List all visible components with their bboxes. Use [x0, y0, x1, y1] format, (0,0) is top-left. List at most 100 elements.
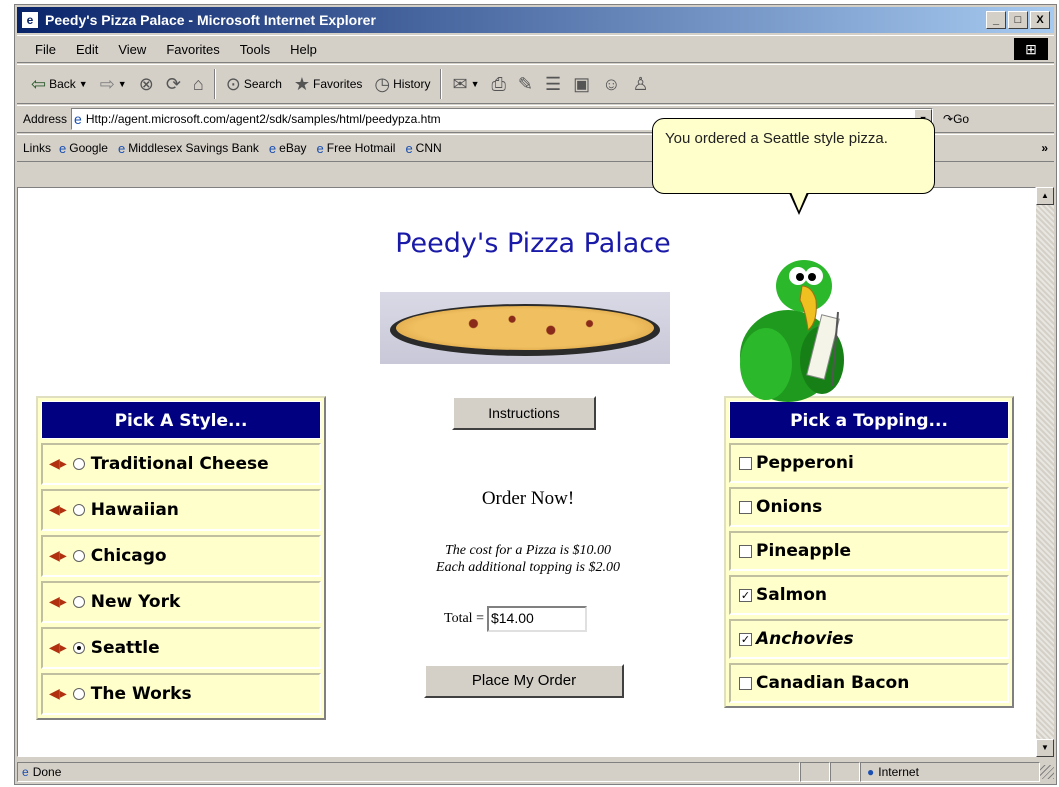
address-label: Address: [23, 112, 68, 126]
style-option-chicago[interactable]: ◀▸ Chicago: [41, 535, 321, 577]
stop-button[interactable]: ⊗: [133, 74, 160, 95]
ie-page-icon: e: [268, 140, 277, 156]
topping-label: Pineapple: [756, 541, 852, 561]
menu-help[interactable]: Help: [280, 42, 327, 57]
pizza-pie: [396, 306, 654, 350]
vertical-scrollbar[interactable]: ▲ ▼: [1036, 187, 1054, 757]
topping-panel-header: Pick a Topping...: [729, 401, 1009, 439]
radio-button-selected[interactable]: [72, 642, 85, 654]
go-button[interactable]: ↷Go: [943, 112, 969, 126]
style-label: Traditional Cheese: [90, 454, 269, 474]
chevron-right-icon[interactable]: »: [1041, 141, 1048, 155]
minimize-button[interactable]: _: [986, 11, 1006, 29]
style-option-seattle[interactable]: ◀▸ Seattle: [41, 627, 321, 669]
back-arrow-icon: ⇦: [31, 73, 47, 94]
style-option-hawaiian[interactable]: ◀▸ Hawaiian: [41, 489, 321, 531]
link-cnn[interactable]: e CNN: [405, 141, 441, 156]
discuss-button[interactable]: ☰: [539, 74, 567, 95]
place-order-button[interactable]: Place My Order: [424, 664, 624, 698]
standard-toolbar: ⇦ Back ▼ ⇨ ▼ ⊗ ⟳ ⌂ ⊙ Search ★ Favorites …: [17, 64, 1054, 104]
radio-button[interactable]: [72, 688, 85, 700]
order-heading: Order Now!: [481, 488, 575, 509]
menu-tools[interactable]: Tools: [230, 42, 280, 57]
style-option-new-york[interactable]: ◀▸ New York: [41, 581, 321, 623]
security-zone: ● Internet: [860, 762, 1040, 782]
related-button[interactable]: ▣: [567, 74, 596, 95]
windows-logo-icon: ⊞: [1014, 38, 1048, 60]
checkbox[interactable]: [739, 500, 752, 514]
link-label: Google: [69, 141, 108, 155]
link-hotmail[interactable]: e Free Hotmail: [317, 141, 396, 156]
topping-option-canadian-bacon[interactable]: Canadian Bacon: [729, 663, 1009, 703]
radio-button[interactable]: [72, 458, 85, 470]
peedy-parrot-agent[interactable]: [726, 256, 866, 404]
toolbar-separator: [440, 69, 443, 99]
checkbox[interactable]: [739, 544, 752, 558]
style-label: Seattle: [90, 638, 160, 658]
link-label: CNN: [415, 141, 442, 155]
style-option-traditional-cheese[interactable]: ◀▸ Traditional Cheese: [41, 443, 321, 485]
link-google[interactable]: e Google: [59, 141, 108, 156]
topping-option-salmon[interactable]: ✓ Salmon: [729, 575, 1009, 615]
radio-button[interactable]: [72, 550, 85, 562]
topping-label: Salmon: [756, 585, 828, 605]
cost-line-pizza: The cost for a Pizza is $10.00: [444, 543, 612, 558]
agent-speech-balloon: You ordered a Seattle style pizza.: [652, 118, 935, 194]
radio-button[interactable]: [72, 504, 85, 516]
ie-page-icon: e: [316, 140, 324, 156]
style-label: The Works: [90, 684, 192, 704]
topping-option-anchovies[interactable]: ✓ Anchovies: [729, 619, 1009, 659]
toolbar-separator: [213, 69, 216, 99]
home-icon: ⌂: [192, 73, 204, 94]
link-middlesex[interactable]: e Middlesex Savings Bank: [118, 141, 259, 156]
home-button[interactable]: ⌂: [187, 74, 210, 95]
topping-option-onions[interactable]: Onions: [729, 487, 1009, 527]
scroll-up-button[interactable]: ▲: [1036, 187, 1054, 205]
history-button[interactable]: ◷ History: [368, 74, 436, 95]
close-button[interactable]: X: [1030, 11, 1050, 29]
link-ebay[interactable]: e eBay: [269, 141, 307, 156]
maximize-button[interactable]: □: [1008, 11, 1028, 29]
links-label: Links: [23, 141, 52, 155]
menu-edit[interactable]: Edit: [66, 42, 108, 57]
chat-icon: ☺: [602, 73, 621, 94]
contacts-button[interactable]: ♙: [627, 74, 655, 95]
menu-file[interactable]: File: [25, 42, 66, 57]
history-icon: ◷: [374, 73, 391, 94]
style-label: New York: [90, 592, 181, 612]
resize-grip-icon[interactable]: [1040, 765, 1054, 779]
checkbox[interactable]: [739, 676, 752, 690]
ie-page-icon: e: [59, 140, 67, 156]
favorites-button[interactable]: ★ Favorites: [288, 74, 369, 95]
ie-app-icon: e: [21, 11, 39, 29]
topping-option-pineapple[interactable]: Pineapple: [729, 531, 1009, 571]
radio-button[interactable]: [72, 596, 85, 608]
mail-button[interactable]: ✉ ▼: [446, 74, 485, 95]
menu-favorites[interactable]: Favorites: [156, 42, 229, 57]
search-button[interactable]: ⊙ Search: [220, 74, 288, 95]
refresh-button[interactable]: ⟳: [160, 74, 187, 95]
history-label: History: [393, 77, 431, 91]
edit-button[interactable]: ✎: [512, 74, 539, 95]
back-label: Back: [49, 77, 76, 91]
menu-view[interactable]: View: [108, 42, 156, 57]
checkbox-checked[interactable]: ✓: [739, 632, 752, 646]
style-label: Hawaiian: [90, 500, 179, 520]
checkbox-checked[interactable]: ✓: [739, 588, 752, 602]
forward-button[interactable]: ⇨ ▼: [94, 74, 133, 95]
page-title: Peedy's Pizza Palace: [395, 228, 671, 259]
print-button[interactable]: ⎙: [485, 74, 511, 95]
cost-text: The cost for a Pizza is $10.00 Each addi…: [368, 542, 688, 576]
topping-label: Onions: [756, 497, 823, 517]
messenger-button[interactable]: ☺: [596, 74, 626, 95]
checkbox[interactable]: [739, 456, 752, 470]
pizza-slice-icon: ◀▸: [49, 594, 67, 610]
instructions-button[interactable]: Instructions: [452, 396, 596, 430]
total-field[interactable]: $14.00: [486, 606, 587, 632]
back-button[interactable]: ⇦ Back ▼: [25, 74, 94, 95]
topping-label: Canadian Bacon: [756, 673, 910, 693]
topping-option-pepperoni[interactable]: Pepperoni: [729, 443, 1009, 483]
scroll-down-button[interactable]: ▼: [1036, 739, 1054, 757]
search-icon: ⊙: [225, 73, 241, 94]
style-option-the-works[interactable]: ◀▸ The Works: [41, 673, 321, 715]
